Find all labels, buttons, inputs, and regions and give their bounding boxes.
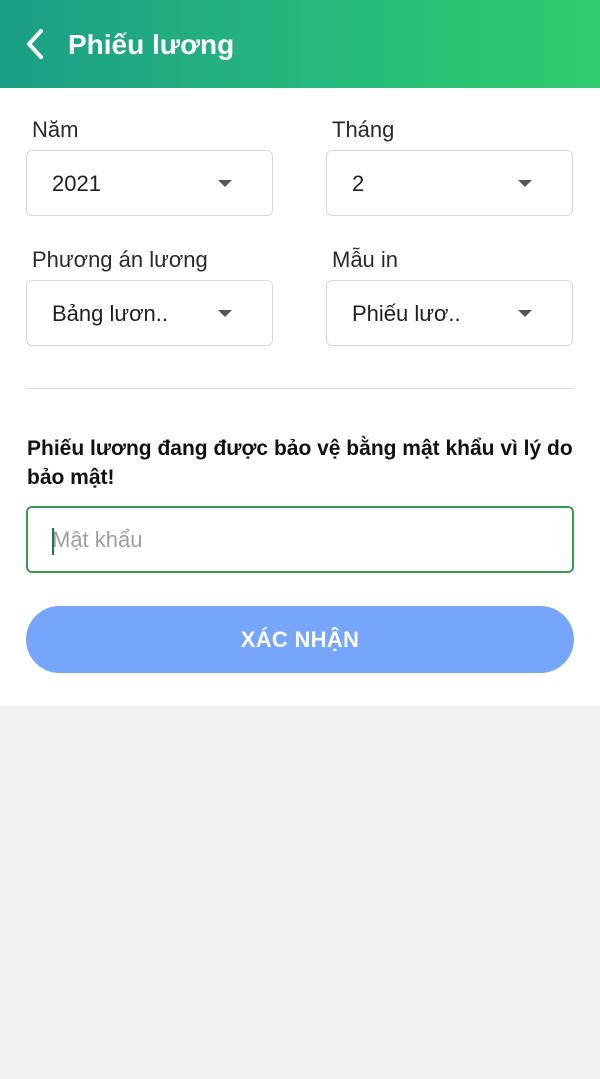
text-cursor <box>52 528 54 555</box>
dropdown-arrow-icon <box>518 310 532 317</box>
month-select[interactable]: 2 <box>326 150 573 216</box>
section-divider <box>26 388 574 389</box>
salary-plan-label: Phương án lương <box>32 247 208 272</box>
salary-plan-select-value: Bảng lươn.. <box>52 301 168 326</box>
confirm-button-label: XÁC NHẬN <box>240 626 360 652</box>
month-select-value: 2 <box>352 171 365 196</box>
page-title: Phiếu lương <box>68 29 235 60</box>
salary-plan-select[interactable]: Bảng lươn.. <box>26 280 273 346</box>
year-label: Năm <box>32 117 79 142</box>
dropdown-arrow-icon <box>218 310 232 317</box>
back-button[interactable] <box>18 27 52 61</box>
print-template-select-value: Phiếu lươ.. <box>352 301 461 326</box>
confirm-button[interactable]: XÁC NHẬN <box>26 606 574 673</box>
chevron-left-icon <box>27 29 43 59</box>
dropdown-arrow-icon <box>218 180 232 187</box>
print-template-label: Mẫu in <box>332 247 399 272</box>
year-select-value: 2021 <box>52 171 101 196</box>
app-header: Phiếu lương <box>0 0 600 88</box>
print-template-select[interactable]: Phiếu lươ.. <box>326 280 573 346</box>
password-notice: Phiếu lương đang được bảo vệ bằng mật kh… <box>27 437 573 489</box>
password-input[interactable] <box>28 508 572 571</box>
dropdown-arrow-icon <box>518 180 532 187</box>
password-field[interactable] <box>26 506 574 573</box>
month-label: Tháng <box>332 117 395 142</box>
payslip-form: Năm 2021 Tháng 2 Phương án lương Bảng lư… <box>0 88 600 706</box>
year-select[interactable]: 2021 <box>26 150 273 216</box>
